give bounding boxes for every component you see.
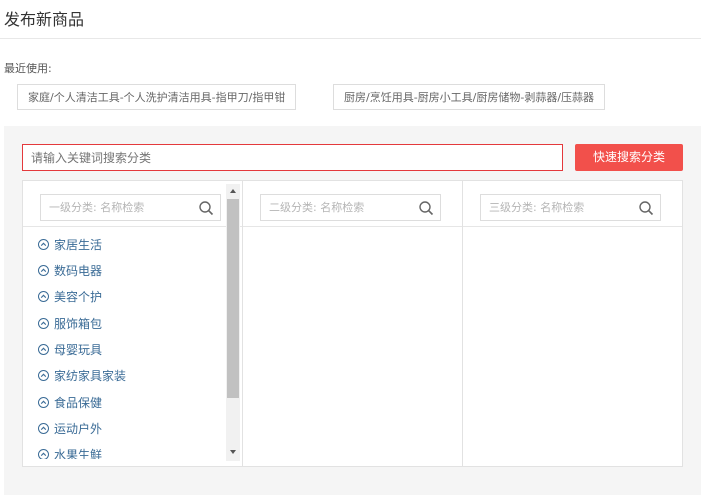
category-label: 母婴玩具: [54, 343, 103, 357]
level2-column: [242, 181, 462, 466]
scrollbar-thumb[interactable]: [227, 199, 239, 398]
category-label: 食品保健: [54, 396, 103, 410]
category-search-input[interactable]: [22, 144, 563, 171]
chevron-up-circle-icon: [38, 344, 49, 355]
category-item[interactable]: 数码电器: [38, 261, 102, 281]
chevron-up-circle-icon: [38, 291, 49, 302]
chevron-up-circle-icon: [38, 370, 49, 381]
category-item[interactable]: 服饰箱包: [38, 314, 102, 334]
category-item[interactable]: 家纺家具家装: [38, 366, 126, 386]
level2-search-input[interactable]: [261, 195, 417, 220]
category-label: 家纺家具家装: [54, 369, 127, 383]
category-item[interactable]: 水果生鲜: [38, 445, 102, 459]
level2-search[interactable]: [260, 194, 441, 221]
level1-category-list: 家居生活 数码电器 美容个护 服饰箱包 母婴玩具 家纺家具家装 食品保健 运动户…: [23, 227, 225, 459]
page-title: 发布新商品: [4, 10, 85, 29]
category-item[interactable]: 母婴玩具: [38, 340, 102, 360]
chevron-up-circle-icon: [38, 265, 49, 276]
title-divider: [0, 38, 701, 39]
category-item[interactable]: 运动户外: [38, 419, 102, 439]
category-label: 运动户外: [54, 422, 103, 436]
level3-search[interactable]: [480, 194, 661, 221]
category-label: 数码电器: [54, 264, 103, 278]
search-icon[interactable]: [198, 200, 214, 216]
chevron-up-circle-icon: [38, 318, 49, 329]
chevron-up-circle-icon: [38, 449, 49, 459]
search-icon[interactable]: [638, 200, 654, 216]
category-label: 服饰箱包: [54, 317, 103, 331]
level1-search[interactable]: [40, 194, 221, 221]
search-icon[interactable]: [418, 200, 434, 216]
quick-search-button[interactable]: 快速搜索分类: [575, 144, 683, 171]
category-item[interactable]: 家居生活: [38, 235, 102, 255]
level1-search-input[interactable]: [41, 195, 197, 220]
column-divider: [243, 226, 462, 227]
chevron-up-circle-icon: [38, 397, 49, 408]
category-label: 家居生活: [54, 238, 103, 252]
category-label: 水果生鲜: [54, 448, 103, 459]
level3-column: [462, 181, 682, 466]
level1-column: 家居生活 数码电器 美容个护 服饰箱包 母婴玩具 家纺家具家装 食品保健 运动户…: [23, 181, 242, 466]
recent-item[interactable]: 家庭/个人清洁工具-个人洗护清洁用具-指甲刀/指甲钳: [17, 84, 297, 110]
column-divider: [463, 226, 682, 227]
recent-label: 最近使用:: [4, 62, 52, 75]
category-columns: 家居生活 数码电器 美容个护 服饰箱包 母婴玩具 家纺家具家装 食品保健 运动户…: [22, 180, 683, 467]
scroll-down-arrow-icon[interactable]: [226, 444, 240, 459]
recent-item[interactable]: 厨房/烹饪用具-厨房小工具/厨房储物-剥蒜器/压蒜器: [333, 84, 606, 110]
scroll-up-arrow-icon[interactable]: [226, 184, 240, 199]
level3-search-input[interactable]: [481, 195, 637, 220]
chevron-up-circle-icon: [38, 423, 49, 434]
category-label: 美容个护: [54, 290, 103, 304]
category-item[interactable]: 美容个护: [38, 287, 102, 307]
chevron-up-circle-icon: [38, 239, 49, 250]
category-item[interactable]: 食品保健: [38, 393, 102, 413]
